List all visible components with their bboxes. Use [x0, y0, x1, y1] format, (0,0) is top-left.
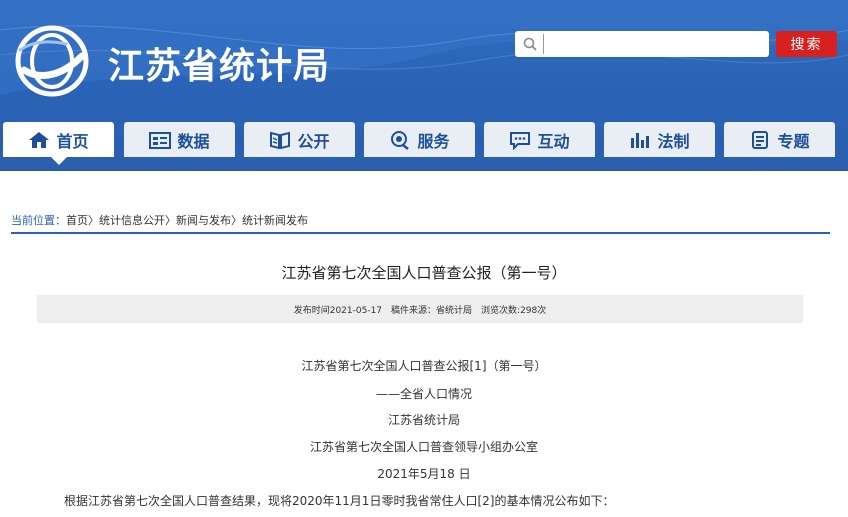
bulletin-heading: 江苏省第七次全国人口普查公报[1]（第一号） — [301, 359, 547, 373]
search-box — [515, 31, 769, 57]
nav-item-label: 服务 — [417, 131, 450, 151]
nav-item-data[interactable]: 数据 — [124, 122, 235, 157]
nav-item-service[interactable]: 服务 — [364, 122, 475, 157]
nav-item-interaction[interactable]: 互动 — [484, 122, 595, 157]
service-icon — [391, 130, 410, 150]
law-icon — [631, 132, 650, 148]
nav-item-label: 公开 — [297, 131, 330, 151]
breadcrumb-home-link[interactable]: 首页 — [66, 214, 88, 227]
publish-time: 发布时间2021-05-17 — [293, 305, 383, 316]
view-count: 浏览次数:298次 — [481, 305, 547, 316]
nav-item-law[interactable]: 法制 — [604, 122, 715, 157]
active-nav-caret — [51, 157, 67, 165]
breadcrumb-separator: 〉 — [165, 214, 176, 227]
breadcrumb-lead: 当前位置： — [11, 214, 66, 227]
search-icon — [523, 37, 537, 51]
main-nav: 首页 数据 公开 服务 互动 法制 专题 — [0, 122, 848, 157]
breadcrumb-disclosure-link[interactable]: 统计信息公开 — [99, 214, 165, 227]
data-icon — [149, 131, 172, 149]
nav-item-label: 首页 — [56, 131, 89, 151]
article-title: 江苏省第七次全国人口普查公报（第一号） — [281, 264, 567, 282]
breadcrumb-news-link[interactable]: 新闻与发布 — [176, 214, 231, 227]
home-icon — [29, 131, 50, 148]
article-meta: 发布时间2021-05-17 稿件来源：省统计局 浏览次数:298次 — [37, 295, 803, 323]
breadcrumb: 当前位置：首页〉统计信息公开〉新闻与发布〉统计新闻发布 — [11, 212, 308, 228]
chat-icon — [510, 131, 531, 150]
bulletin-co-issuer: 江苏省第七次全国人口普查领导小组办公室 — [309, 440, 538, 454]
nav-item-label: 专题 — [777, 131, 810, 151]
article-source: 稿件来源：省统计局 — [391, 305, 473, 316]
nav-item-disclosure[interactable]: 公开 — [244, 122, 355, 157]
nav-item-topic[interactable]: 专题 — [724, 122, 835, 157]
site-title: 江苏省统计局 — [108, 45, 331, 87]
breadcrumb-separator: 〉 — [88, 214, 99, 227]
breadcrumb-separator: 〉 — [231, 214, 242, 227]
search-button[interactable]: 搜索 — [776, 31, 837, 57]
bulletin-date: 2021年5月18 日 — [377, 467, 471, 481]
topic-icon — [752, 130, 769, 149]
nav-item-label: 数据 — [177, 131, 210, 151]
bulletin-intro-paragraph: 根据江苏省第七次全国人口普查结果，现将2020年11月1日零时我省常住人口[2]… — [64, 494, 615, 508]
nav-item-home[interactable]: 首页 — [3, 122, 114, 157]
nav-item-label: 互动 — [537, 131, 570, 151]
search-input[interactable] — [543, 34, 758, 54]
bulletin-subheading: ——全省人口情况 — [375, 387, 472, 401]
breadcrumb-divider — [11, 232, 830, 234]
breadcrumb-release-link[interactable]: 统计新闻发布 — [242, 214, 308, 227]
disclosure-icon — [270, 131, 291, 149]
bulletin-issuer: 江苏省统计局 — [387, 413, 460, 427]
nav-item-label: 法制 — [657, 131, 690, 151]
jiangsu-stats-emblem-icon — [15, 25, 89, 97]
